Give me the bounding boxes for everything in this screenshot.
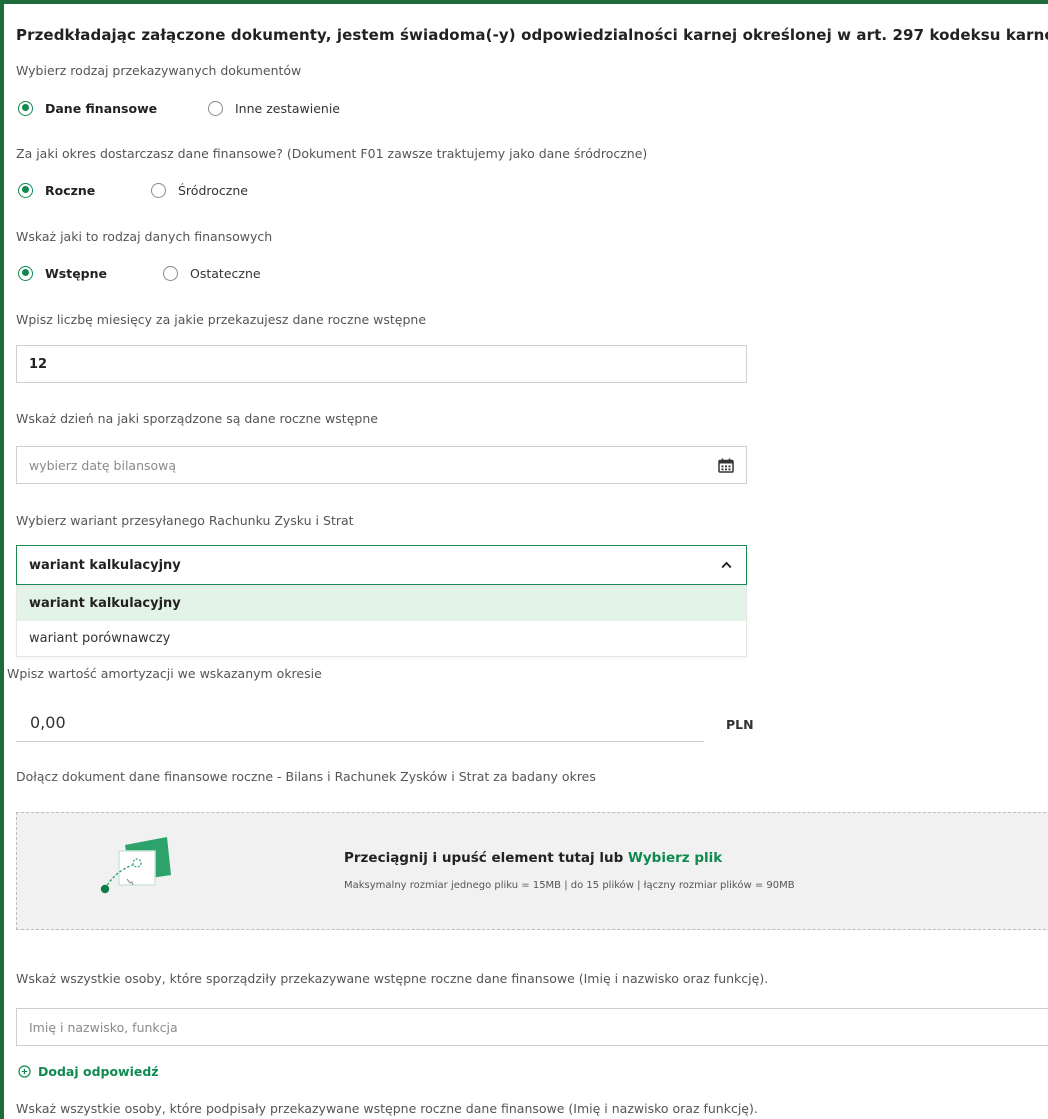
dropzone-text: Przeciągnij i upuść element tutaj lub Wy… [344,850,722,866]
dropzone-instruction: Przeciągnij i upuść element tutaj lub [344,850,624,866]
choose-file-link[interactable]: Wybierz plik [628,850,722,866]
date-picker-field[interactable]: wybierz datę bilansową [16,446,747,484]
calendar-icon[interactable] [718,458,734,473]
data-kind-radio-group: Wstępne Ostateczne [18,263,261,283]
radio-label: Ostateczne [190,265,261,281]
signers-label: Wskaż wszystkie osoby, które podpisały p… [16,1101,758,1116]
date-label: Wskaż dzień na jaki sporządzone są dane … [16,411,378,426]
radio-label: Wstępne [45,265,108,281]
radio-selected-icon [18,265,33,281]
preparers-input[interactable]: Imię i nazwisko, funkcja [16,1008,1048,1046]
variant-select[interactable]: wariant kalkulacyjny [16,545,747,585]
currency-label: PLN [726,717,754,732]
radio-selected-icon [18,100,33,116]
radio-label: Inne zestawienie [235,100,340,116]
months-label: Wpisz liczbę miesięcy za jakie przekazuj… [16,312,427,327]
variant-option-porownawczy[interactable]: wariant porównawczy [17,621,746,656]
drag-drop-illustration-icon [97,837,172,906]
radio-label: Roczne [45,182,96,198]
radio-wstepne[interactable]: Wstępne [18,265,163,281]
document-type-radio-group: Dane finansowe Inne zestawienie [18,98,340,118]
radio-selected-icon [18,182,33,198]
preparers-label: Wskaż wszystkie osoby, które sporządziły… [16,971,769,986]
file-dropzone[interactable]: Przeciągnij i upuść element tutaj lub Wy… [16,812,1048,930]
variant-options-list: wariant kalkulacyjny wariant porównawczy [16,585,747,657]
radio-unselected-icon [151,182,166,198]
radio-unselected-icon [208,100,223,116]
radio-srodroczne[interactable]: Śródroczne [151,182,248,198]
plus-circle-icon [18,1065,31,1078]
data-kind-label: Wskaż jaki to rodzaj danych finansowych [16,229,273,244]
add-answer-button[interactable]: Dodaj odpowiedź [18,1064,159,1079]
radio-ostateczne[interactable]: Ostateczne [163,265,261,281]
page-title: Przedkładając załączone dokumenty, jeste… [16,26,1048,44]
date-placeholder: wybierz datę bilansową [29,457,177,473]
radio-label: Śródroczne [178,182,248,198]
amortization-input[interactable]: 0,00 [16,704,704,742]
radio-unselected-icon [163,265,178,281]
radio-roczne[interactable]: Roczne [18,182,151,198]
variant-option-kalkulacyjny[interactable]: wariant kalkulacyjny [17,586,746,621]
dropzone-limits: Maksymalny rozmiar jednego pliku = 15MB … [344,880,795,891]
amortization-label: Wpisz wartość amortyzacji we wskazanym o… [7,666,322,681]
chevron-up-icon [721,561,732,569]
document-type-label: Wybierz rodzaj przekazywanych dokumentów [16,63,302,78]
radio-dane-finansowe[interactable]: Dane finansowe [18,100,208,116]
radio-inne-zestawienie[interactable]: Inne zestawienie [208,100,340,116]
radio-label: Dane finansowe [45,100,158,116]
variant-selected-value: wariant kalkulacyjny [29,557,181,573]
period-label: Za jaki okres dostarczasz dane finansowe… [16,146,648,161]
attachment-label: Dołącz dokument dane finansowe roczne - … [16,769,596,784]
months-input[interactable]: 12 [16,345,747,383]
variant-label: Wybierz wariant przesyłanego Rachunku Zy… [16,513,354,528]
period-radio-group: Roczne Śródroczne [18,180,248,200]
page-frame: Przedkładając załączone dokumenty, jeste… [0,0,1048,1119]
preparers-placeholder: Imię i nazwisko, funkcja [29,1019,178,1035]
add-answer-label: Dodaj odpowiedź [38,1064,159,1079]
